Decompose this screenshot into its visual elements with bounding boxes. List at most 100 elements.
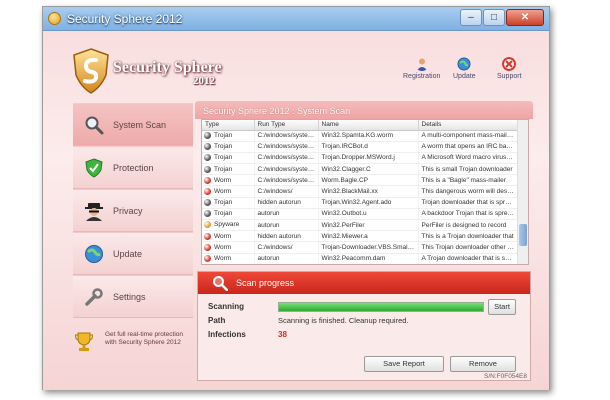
table-row[interactable]: Trojan C:/windows/system32/Trojan.IRCBot.…	[202, 141, 519, 153]
table-row[interactable]: Trojan autorun Win32.Outbot.u A backdoor Tr…	[202, 208, 519, 221]
threat-type-icon	[204, 176, 211, 184]
cell-details: This dangerous worm will destroy	[418, 185, 519, 198]
update-label: Update	[453, 73, 476, 80]
shield-logo-icon	[73, 48, 109, 94]
sidebar-item-update[interactable]: Update	[73, 232, 193, 275]
remove-button[interactable]: Remove	[450, 356, 516, 372]
threat-type-icon	[204, 232, 211, 240]
cell-details: Trojan downloader that is spread	[418, 197, 519, 209]
threat-type-icon	[204, 255, 211, 263]
sidebar-item-label: Update	[113, 248, 143, 259]
upgrade-promo[interactable]: Get full real-time protection with Secur…	[73, 329, 193, 359]
threat-type-icon	[204, 221, 211, 229]
wrench-icon	[85, 287, 103, 306]
title-bar[interactable]: Security Sphere 2012 – □ ✕	[43, 7, 549, 31]
threat-type-icon	[204, 187, 211, 195]
threat-type-icon	[204, 143, 211, 151]
column-header-run-type[interactable]: Run Type	[254, 120, 319, 131]
cell-type: Worm	[202, 253, 255, 264]
sidebar-item-label: Privacy	[113, 205, 143, 216]
cell-name: Win32.Clagger.C	[318, 163, 419, 176]
cell-type: Trojan	[202, 197, 255, 209]
start-button[interactable]: Start	[488, 299, 516, 315]
cell-run-type: autorun	[254, 253, 319, 264]
scrollbar-thumb[interactable]	[519, 224, 527, 246]
cell-type: Worm	[202, 185, 255, 198]
table-row[interactable]: Worm hidden autorun Win32.Miewer.a This is …	[202, 230, 519, 243]
cell-name: Trojan.Win32.Agent.ado	[318, 197, 419, 209]
table-row[interactable]: Trojan hidden autorun Trojan.Win32.Agent.a…	[202, 197, 519, 209]
app-icon	[48, 12, 61, 25]
minimize-button[interactable]: –	[460, 9, 482, 26]
cell-name: Trojan.IRCBot.d	[318, 141, 419, 153]
cell-type: Worm	[202, 241, 255, 254]
column-header-name[interactable]: Name	[318, 120, 419, 131]
promo-text: Get full real-time protection with Secur…	[105, 331, 184, 346]
support-link[interactable]: Support	[497, 57, 522, 80]
cell-name: Win32.Spamta.KG.worm	[318, 130, 419, 142]
table-row[interactable]: Worm C:/windows/Win32.BlackMail.xx This da…	[202, 185, 519, 198]
sidebar-item-settings[interactable]: Settings	[73, 275, 193, 318]
column-header-type[interactable]: Type	[202, 120, 255, 131]
table-header-row: Type Run Type Name Details	[202, 120, 519, 131]
cell-type: Trojan	[202, 163, 255, 176]
cell-name: Win32.Outbot.u	[318, 208, 419, 221]
sidebar-item-protection[interactable]: Protection	[73, 146, 193, 189]
table-row[interactable]: Worm C:/windows/system/Worm.Bagle.CP This …	[202, 174, 519, 187]
cell-name: Win32.BlackMail.xx	[318, 185, 419, 198]
threat-type-icon	[204, 154, 211, 162]
cell-name: Win32.Peacomm.dam	[318, 253, 419, 264]
globe-icon	[457, 57, 471, 71]
cell-run-type: autorun	[254, 219, 319, 232]
sidebar-item-label: System Scan	[113, 119, 167, 130]
column-header-details[interactable]: Details	[418, 120, 519, 131]
cell-name: Trojan-Downloader.VBS.Small.do	[318, 241, 419, 254]
cell-details: A Microsoft Word macro virus that	[418, 152, 519, 165]
cell-details: A multi-component mass-mailing worm	[418, 130, 519, 142]
cell-run-type: C:/windows/system32/	[254, 141, 319, 153]
table-row[interactable]: Trojan C:/windows/system32/Win32.Spamta.K…	[202, 130, 519, 142]
table-row[interactable]: Trojan C:/windows/system32/Win32.Clagger.…	[202, 163, 519, 176]
table-scrollbar[interactable]	[517, 120, 528, 264]
table-row[interactable]: Worm C:/windows/Trojan-Downloader.VBS.Sma…	[202, 241, 519, 254]
sidebar-item-system-scan[interactable]: System Scan	[73, 103, 193, 146]
cell-type: Trojan	[202, 141, 255, 153]
infections-count: 38	[278, 330, 287, 339]
sidebar-item-privacy[interactable]: Privacy	[73, 189, 193, 232]
threat-type-icon	[204, 243, 211, 251]
cell-details: A Trojan downloader that is spread	[418, 253, 519, 264]
cell-run-type: C:/windows/	[254, 185, 319, 198]
main-panel: Security Sphere 2012 : System Scan Type …	[195, 101, 533, 387]
globe-icon	[85, 244, 103, 263]
cell-details: This Trojan downloader other files	[418, 241, 519, 254]
threat-type-icon	[204, 210, 211, 218]
cell-type: Trojan	[202, 208, 255, 221]
panel-title: Security Sphere 2012 : System Scan	[195, 101, 533, 119]
registration-link[interactable]: Registration	[403, 57, 440, 80]
table-row[interactable]: Worm autorun Win32.Peacomm.dam A Trojan dow…	[202, 253, 519, 264]
progress-fill	[279, 303, 483, 311]
serial-number: S/N:F0F054E8	[484, 373, 527, 380]
scan-progress-title: Scan progress	[236, 278, 295, 288]
registration-label: Registration	[403, 73, 441, 80]
maximize-button[interactable]: □	[483, 9, 505, 26]
table-row[interactable]: Spyware autorun Win32.PerFiler PerFiler is …	[202, 219, 519, 232]
cell-run-type: C:/windows/system32/	[254, 152, 319, 165]
support-label: Support	[497, 73, 522, 80]
cell-run-type: autorun	[254, 208, 319, 221]
infections-label: Infections	[208, 330, 246, 339]
scan-progress-header: Scan progress	[198, 272, 530, 294]
cell-run-type: C:/windows/system32/	[254, 130, 319, 142]
cell-run-type: C:/windows/system/	[254, 174, 319, 187]
cell-type: Trojan	[202, 152, 255, 165]
table-row[interactable]: Trojan C:/windows/system32/Trojan.Dropper…	[202, 152, 519, 165]
cell-run-type: hidden autorun	[254, 197, 319, 209]
save-report-button[interactable]: Save Report	[364, 356, 444, 372]
threat-table[interactable]: Type Run Type Name Details Trojan C:/wind…	[201, 119, 529, 265]
scanning-label: Scanning	[208, 302, 245, 311]
close-button[interactable]: ✕	[506, 9, 544, 26]
update-link[interactable]: Update	[453, 57, 476, 80]
path-value: Scanning is finished. Cleanup required.	[278, 316, 409, 325]
app-window: Security Sphere 2012 – □ ✕ Security Sphe…	[42, 6, 550, 390]
cell-type: Worm	[202, 230, 255, 243]
